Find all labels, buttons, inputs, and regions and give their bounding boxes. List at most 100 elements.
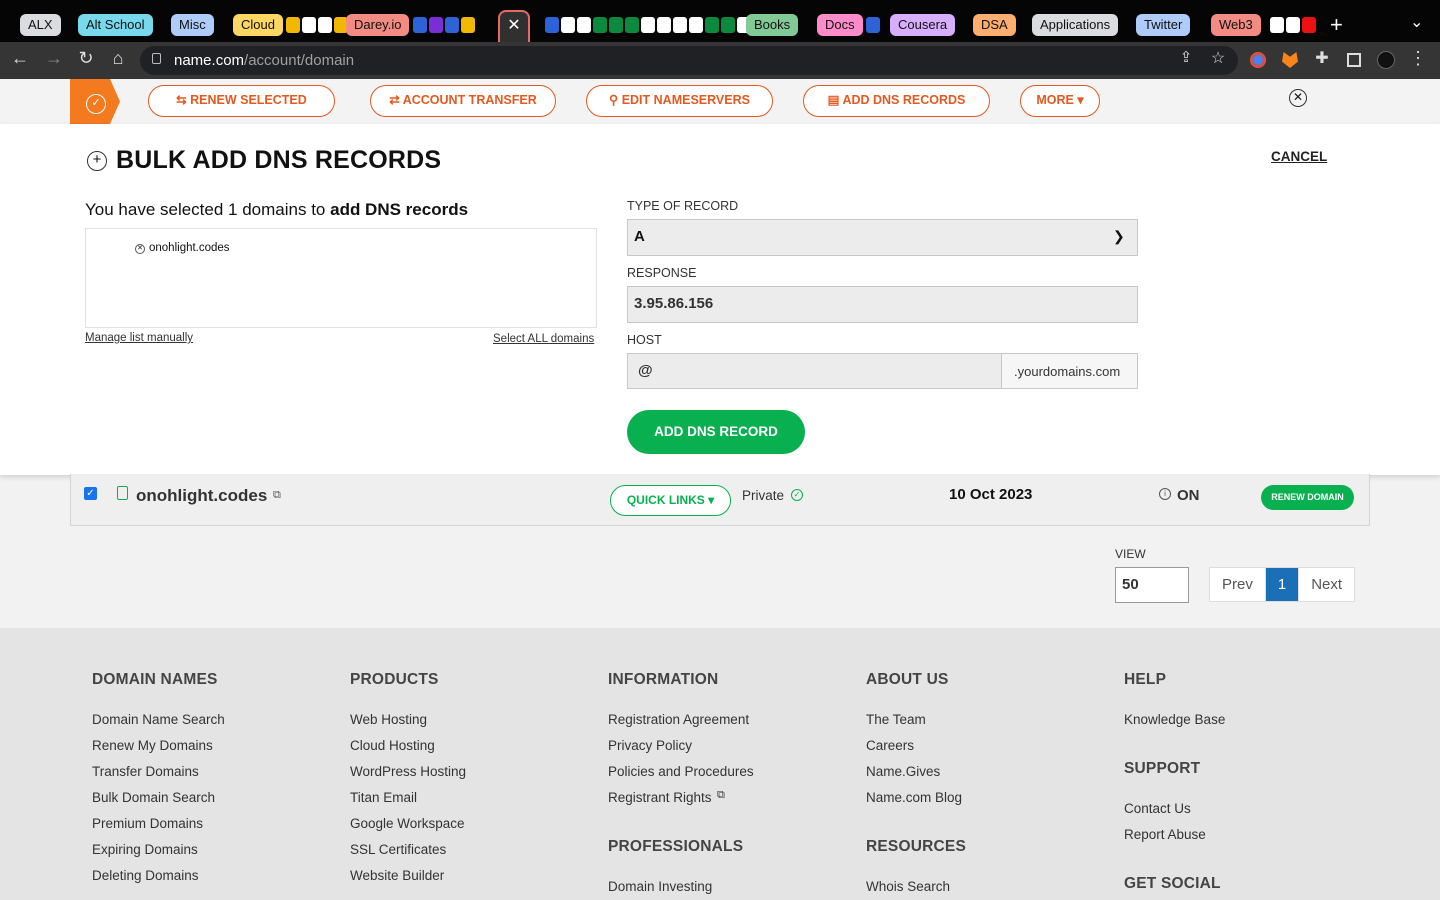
footer-link[interactable]: Renew My Domains (92, 738, 213, 753)
footer-link[interactable]: Transfer Domains (92, 764, 199, 779)
tab-group-web3[interactable]: Web3 (1211, 14, 1261, 36)
footer-link[interactable]: Name.com Blog (866, 790, 962, 805)
close-icon[interactable]: ✕ (498, 10, 530, 42)
footer-link[interactable]: Registration Agreement (608, 712, 749, 727)
account-transfer-button[interactable]: ⇄ ACCOUNT TRANSFER (370, 85, 556, 117)
transfer-icon: ⇄ (389, 93, 403, 107)
tab-group-alt-school[interactable]: Alt School (78, 14, 153, 36)
forward-icon[interactable]: → (42, 48, 66, 69)
edit-nameservers-button[interactable]: ⚲ EDIT NAMESERVERS (586, 85, 773, 117)
dns-icon: ▤ (827, 93, 843, 107)
reload-icon[interactable]: ↻ (74, 48, 98, 69)
response-input[interactable]: 3.95.86.156 (627, 286, 1138, 323)
per-page-input[interactable]: 50 (1115, 567, 1189, 603)
extension-color-icon[interactable] (1250, 52, 1266, 68)
share-icon[interactable]: ⇪ (1174, 48, 1198, 66)
footer-link[interactable]: Report Abuse (1124, 827, 1206, 842)
next-page-button[interactable]: Next (1299, 568, 1354, 601)
footer-link[interactable]: Registrant Rights (608, 790, 712, 805)
footer-link[interactable]: WordPress Hosting (350, 764, 466, 779)
footer-link[interactable]: SSL Certificates (350, 842, 446, 857)
chevron-down-icon[interactable]: ❯ (1113, 228, 1125, 245)
footer-link[interactable]: Whois Search (866, 879, 950, 894)
lock-icon[interactable] (152, 53, 161, 64)
tab-group-cousera[interactable]: Cousera (890, 14, 956, 36)
manage-list-link[interactable]: Manage list manually (85, 332, 193, 344)
url-text[interactable]: name.com/account/domain (174, 52, 354, 69)
tab-group-books[interactable]: Books (746, 14, 799, 36)
renew-selected-button[interactable]: ⇆ RENEW SELECTED (148, 85, 335, 117)
footer-link[interactable]: Web Hosting (350, 712, 427, 727)
tab-favicons-darey[interactable] (413, 17, 475, 33)
tab-favicons-docs[interactable] (866, 17, 880, 33)
footer-link[interactable]: Domain Investing (608, 879, 712, 894)
new-tab-icon[interactable]: + (1330, 12, 1343, 38)
tab-group-dsa[interactable]: DSA (973, 14, 1016, 36)
page-1-button[interactable]: 1 (1265, 568, 1300, 601)
host-label: HOST (627, 333, 662, 347)
add-dns-record-button[interactable]: ADD DNS RECORD (627, 410, 805, 454)
side-panel-icon[interactable] (1347, 53, 1361, 67)
host-input[interactable]: @ (627, 353, 1002, 389)
browser-menu-icon[interactable]: ⋮ (1406, 48, 1430, 69)
footer-link[interactable]: Deleting Domains (92, 868, 199, 883)
footer-link[interactable]: Careers (866, 738, 914, 753)
renew-domain-button[interactable]: RENEW DOMAIN (1261, 485, 1354, 510)
home-icon[interactable]: ⌂ (106, 48, 130, 69)
tab-group-alx[interactable]: ALX (20, 14, 61, 36)
tab-group-applications[interactable]: Applications (1032, 14, 1119, 36)
tab-favicons-cloud[interactable] (286, 17, 348, 33)
footer-link[interactable]: Expiring Domains (92, 842, 198, 857)
footer-link[interactable]: Cloud Hosting (350, 738, 435, 753)
footer-link[interactable]: Premium Domains (92, 816, 203, 831)
remove-circle-icon[interactable]: ✕ (135, 244, 145, 254)
footer-link[interactable]: Contact Us (1124, 801, 1191, 816)
avatar[interactable] (1377, 51, 1395, 69)
tab-group-cloud[interactable]: Cloud (233, 14, 283, 36)
tab-group-docs[interactable]: Docs (817, 14, 863, 36)
domain-select-checkbox[interactable]: ✓ (84, 487, 97, 500)
prev-page-button[interactable]: Prev (1210, 568, 1266, 601)
footer-link[interactable]: The Team (866, 712, 926, 727)
autorenew-status[interactable]: ON (1177, 487, 1200, 504)
url-host: name.com (174, 52, 245, 69)
extensions-puzzle-icon[interactable]: ✚ (1310, 48, 1334, 68)
tab-favicons-web3[interactable] (1270, 17, 1316, 33)
selection-summary-prefix: You have selected 1 domains to (85, 200, 326, 219)
footer-link[interactable]: Knowledge Base (1124, 712, 1225, 727)
footer-link[interactable]: Domain Name Search (92, 712, 225, 727)
select-all-domains-link[interactable]: Select ALL domains (493, 333, 594, 345)
footer-heading-products: PRODUCTS (350, 671, 439, 688)
footer-link[interactable]: Bulk Domain Search (92, 790, 215, 805)
check-circle-icon: ✓ (791, 489, 803, 501)
footer-link[interactable]: Website Builder (350, 868, 444, 883)
footer-heading-professionals: PROFESSIONALS (608, 838, 744, 855)
cancel-link[interactable]: CANCEL (1271, 149, 1327, 164)
domain-name-link[interactable]: onohlight.codes (136, 486, 267, 506)
back-icon[interactable]: ← (8, 48, 32, 69)
add-dns-records-button[interactable]: ▤ ADD DNS RECORDS (803, 85, 990, 117)
info-icon[interactable]: i (1159, 488, 1171, 500)
footer-link[interactable]: Name.Gives (866, 764, 940, 779)
quick-links-button[interactable]: QUICK LINKS ▾ (610, 485, 731, 516)
footer-heading-help: HELP (1124, 671, 1167, 688)
bookmark-star-icon[interactable]: ☆ (1206, 48, 1230, 68)
selected-domain-chip[interactable]: ✕ onohlight.codes (135, 242, 230, 254)
external-link-icon[interactable]: ⧉ (717, 789, 725, 802)
footer-link[interactable]: Policies and Procedures (608, 764, 754, 779)
tab-group-misc[interactable]: Misc (171, 14, 214, 36)
external-link-icon[interactable]: ⧉ (273, 489, 281, 502)
tab-group-darey[interactable]: Darey.io (346, 14, 410, 36)
close-icon[interactable]: ✕ (1289, 89, 1307, 107)
plus-circle-icon: + (87, 151, 107, 171)
tab-favicons-ungrouped[interactable] (545, 17, 767, 33)
footer-heading-resources: RESOURCES (866, 838, 966, 855)
tab-group-twitter[interactable]: Twitter (1136, 14, 1191, 36)
record-type-select[interactable]: A (627, 219, 1138, 256)
add-dns-records-label: ADD DNS RECORDS (842, 93, 966, 107)
footer-link[interactable]: Titan Email (350, 790, 417, 805)
tab-search-icon[interactable]: ⌄ (1410, 12, 1423, 32)
footer-link[interactable]: Google Workspace (350, 816, 465, 831)
footer-link[interactable]: Privacy Policy (608, 738, 692, 753)
more-button[interactable]: MORE ▾ (1020, 85, 1100, 117)
